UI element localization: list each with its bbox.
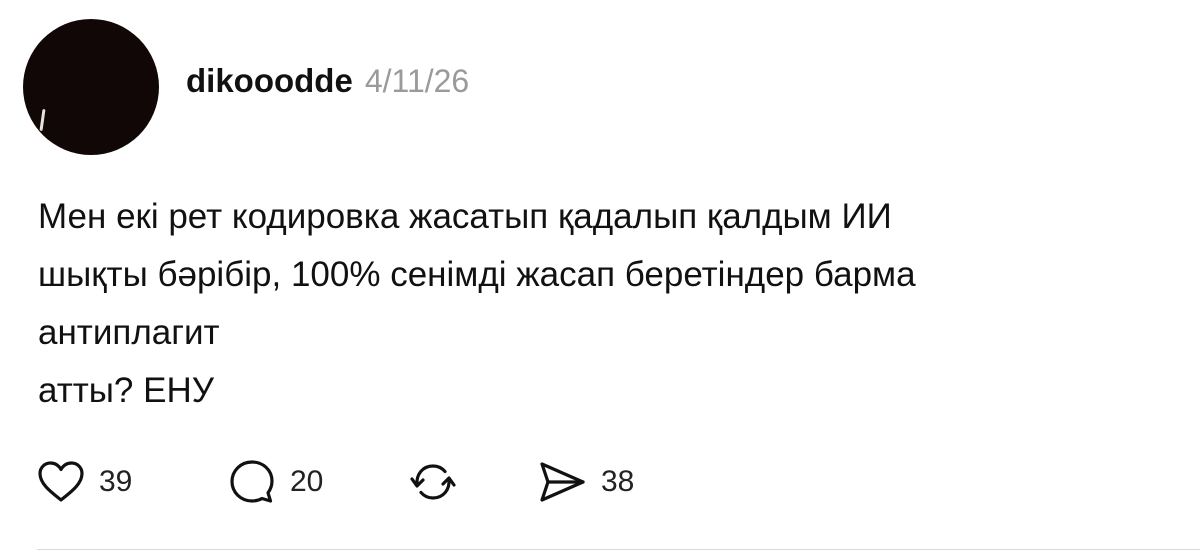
post-actions-bar: 39 20 38 (37, 452, 737, 512)
share-count: 38 (601, 465, 635, 498)
comment-bubble-icon (228, 458, 276, 506)
post-body: Мен екі рет кодировка жасатып қадалып қа… (38, 188, 1158, 420)
thread-post: dikooodde 4/11/26 Мен екі рет кодировка … (0, 0, 1200, 553)
post-divider (37, 549, 1200, 550)
like-button[interactable]: 39 (37, 452, 132, 512)
post-date: 4/11/26 (364, 63, 470, 99)
comment-button[interactable]: 20 (228, 452, 323, 512)
send-paper-plane-icon (537, 459, 587, 505)
username-link[interactable]: dikooodde (186, 62, 353, 100)
post-header: dikooodde 4/11/26 (186, 62, 469, 106)
post-text-line: антиплагит (38, 313, 220, 352)
like-count: 39 (99, 465, 133, 498)
comment-count: 20 (290, 465, 324, 498)
post-text-line: шықты бәрібір, 100% сенімді жасап береті… (38, 255, 916, 294)
post-text-line: Мен екі рет кодировка жасатып қадалып қа… (38, 197, 892, 236)
avatar[interactable] (23, 19, 159, 155)
repost-arrows-icon (407, 458, 459, 506)
share-button[interactable]: 38 (537, 452, 634, 512)
post-text-line: атты? ЕНУ (38, 371, 214, 410)
heart-icon (37, 460, 85, 504)
avatar-image-detail (39, 108, 46, 132)
repost-button[interactable] (407, 452, 459, 512)
